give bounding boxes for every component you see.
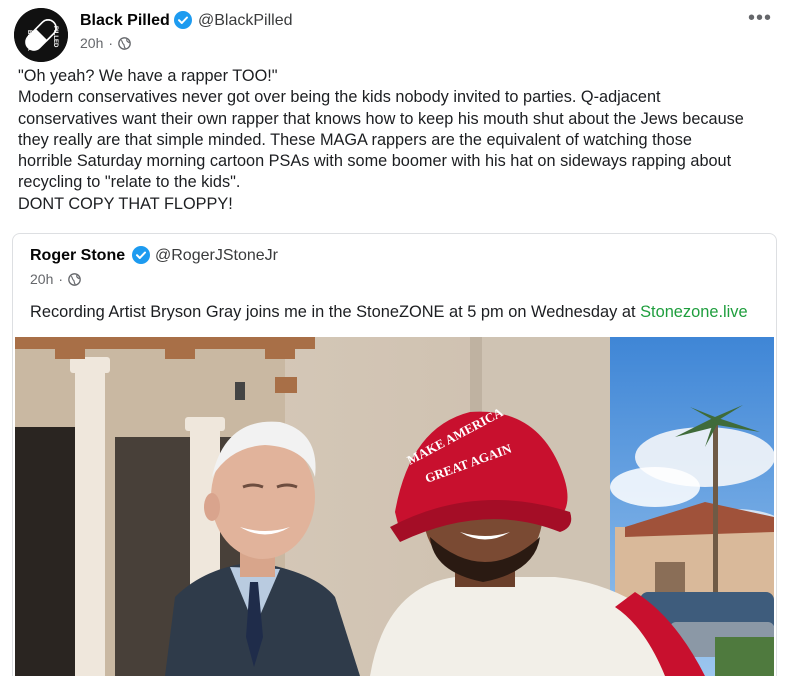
post-body: "Oh yeah? We have a rapper TOO!" Modern … [18,66,778,215]
quoted-author-name[interactable]: Roger Stone [30,247,125,265]
more-options-icon[interactable]: ••• [748,6,772,30]
author-avatar[interactable]: BLACK PILLED [14,8,68,62]
quoted-post[interactable]: Roger Stone @RogerJStoneJr 20h · Recordi… [12,233,777,676]
verified-badge-icon [174,11,192,29]
stonezone-link[interactable]: Stonezone.live [640,303,748,321]
quoted-body-text: Recording Artist Bryson Gray joins me in… [30,303,641,321]
post-body-line: Modern conservatives never got over bein… [18,88,661,107]
author-name[interactable]: Black Pilled [80,12,170,30]
post-card: BLACK PILLED Black Pilled @BlackPilled 2… [0,0,789,676]
pill-logo-icon: BLACK PILLED [14,8,68,62]
svg-text:BLACK: BLACK [26,30,32,52]
post-body-line: "Oh yeah? We have a rapper TOO!" [18,67,278,85]
post-meta: 20h · [80,35,131,51]
meta-separator: · [58,271,64,287]
quoted-timestamp[interactable]: 20h [30,271,53,287]
post-body-line: horrible Saturday morning cartoon PSAs w… [18,152,732,171]
quoted-author-handle[interactable]: @RogerJStoneJr [155,247,278,265]
quoted-meta: 20h · [30,271,81,287]
post-body-line: conservatives want their own rapper that… [18,109,744,128]
author-handle[interactable]: @BlackPilled [198,12,293,30]
post-body-line: recycling to "relate to the kids". [18,173,241,192]
quoted-photo[interactable]: MAKE AMERICA GREAT AGAIN [15,337,774,676]
svg-text:PILLED: PILLED [52,26,58,48]
post-body-line: DONT COPY THAT FLOPPY! [18,194,233,213]
post-timestamp[interactable]: 20h [80,35,103,51]
globe-icon [68,272,81,286]
verified-badge-icon [132,246,150,264]
quoted-body: Recording Artist Bryson Gray joins me in… [30,303,748,322]
meta-separator: · [108,35,114,51]
globe-icon [118,36,131,50]
post-body-line: they really are that simple minded. Thes… [18,130,692,149]
